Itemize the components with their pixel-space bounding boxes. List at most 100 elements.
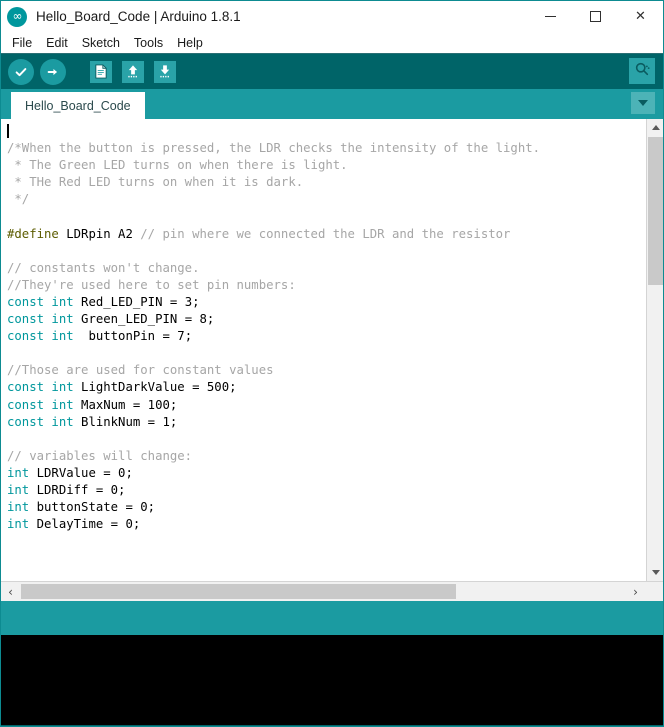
horizontal-scrollbar-thumb[interactable] [21,584,456,599]
vertical-scrollbar[interactable] [646,119,663,581]
code-text-plain: buttonPin = 7; [73,329,193,344]
code-comment: //They're used here to set pin numbers: [7,277,296,292]
vertical-scrollbar-thumb[interactable] [648,137,663,285]
window-title: Hello_Board_Code | Arduino 1.8.1 [36,9,241,24]
tab-label: Hello_Board_Code [25,98,131,113]
code-keyword: int [7,500,30,515]
code-line: const int Red_LED_PIN = 3; [7,294,646,311]
horizontal-scrollbar[interactable]: ‹ › [1,581,663,601]
code-text-plain: Red_LED_PIN = 3; [73,294,200,309]
scroll-left-button[interactable]: ‹ [1,582,20,601]
code-text-plain: buttonState = 0; [29,500,156,515]
close-button[interactable]: ✕ [618,1,663,32]
code-keyword: const int [7,312,74,327]
tab-hello-board-code[interactable]: Hello_Board_Code [11,92,145,119]
code-line: int LDRDiff = 0; [7,482,646,499]
code-keyword: const int [7,294,74,309]
code-text-plain: LDRDiff = 0; [29,482,126,497]
code-comment: */ [7,192,30,207]
code-line: #define LDRpin A2 // pin where we connec… [7,226,646,243]
code-comment: // variables will change: [7,448,193,463]
scroll-right-button[interactable]: › [626,582,645,601]
code-text-plain: LDRpin A2 [58,226,141,241]
code-line: //Those are used for constant values [7,362,646,379]
menu-item-tools[interactable]: Tools [127,34,170,52]
menu-item-help[interactable]: Help [170,34,210,52]
code-line: * THe Red LED turns on when it is dark. [7,174,646,191]
code-line: int DelayTime = 0; [7,516,646,533]
arrow-up-icon [122,60,144,83]
code-editor[interactable]: /*When the button is pressed, the LDR ch… [1,119,646,581]
close-icon: ✕ [635,9,646,24]
scrollbar-corner [645,582,663,601]
chevron-down-icon [638,100,648,106]
code-line: * The Green LED turns on when there is l… [7,157,646,174]
upload-button[interactable] [39,58,67,86]
text-caret [7,124,9,138]
arrow-down-icon [154,60,176,83]
window-controls: ✕ [528,1,663,32]
code-line: int LDRValue = 0; [7,465,646,482]
save-button[interactable] [151,58,179,86]
menu-bar: File Edit Sketch Tools Help [1,32,663,54]
code-line: // constants won't change. [7,260,646,277]
horizontal-scrollbar-track[interactable] [21,584,625,599]
new-button[interactable] [87,58,115,86]
chevron-left-icon: ‹ [8,584,13,599]
code-comment: * THe Red LED turns on when it is dark. [7,175,304,190]
maximize-icon [590,11,601,22]
code-comment: // pin where we connected the LDR and th… [140,226,511,241]
new-document-icon [90,60,112,83]
code-keyword: const int [7,329,74,344]
arduino-ide-window: ∞ Hello_Board_Code | Arduino 1.8.1 ✕ Fil… [0,0,664,727]
code-keyword: int [7,482,30,497]
code-line: // variables will change: [7,448,646,465]
code-line: const int buttonPin = 7; [7,328,646,345]
code-text-plain: BlinkNum = 1; [73,414,178,429]
logo-infinity-glyph: ∞ [12,9,23,23]
code-keyword: const int [7,397,74,412]
code-line: int buttonState = 0; [7,499,646,516]
minimize-icon [545,16,556,17]
chevron-right-icon: › [633,584,638,599]
menu-item-sketch[interactable]: Sketch [75,34,127,52]
menu-item-edit[interactable]: Edit [39,34,75,52]
code-line: const int Green_LED_PIN = 8; [7,311,646,328]
code-line: const int MaxNum = 100; [7,397,646,414]
chevron-down-icon [651,570,660,575]
maximize-button[interactable] [573,1,618,32]
verify-button[interactable] [7,58,35,86]
console-output[interactable] [1,635,663,725]
menu-item-file[interactable]: File [5,34,39,52]
scroll-up-button[interactable] [647,119,663,136]
tab-menu-button[interactable] [631,92,655,114]
code-comment: * The Green LED turns on when there is l… [7,158,348,173]
toolbar [1,54,663,89]
code-text-plain: LDRValue = 0; [29,465,133,480]
code-line: /*When the button is pressed, the LDR ch… [7,140,646,157]
status-message-strip [1,601,663,635]
check-icon [8,58,34,85]
chevron-up-icon [651,125,660,130]
scroll-down-button[interactable] [647,564,663,581]
code-preprocessor: #define [7,226,59,241]
editor-area: /*When the button is pressed, the LDR ch… [1,119,663,581]
code-text-plain: Green_LED_PIN = 8; [73,312,215,327]
code-text-plain: MaxNum = 100; [73,397,178,412]
code-keyword: int [7,517,30,532]
code-keyword: const int [7,380,74,395]
code-keyword: int [7,465,30,480]
code-text-plain: LightDarkValue = 500; [73,380,237,395]
arrow-right-icon [40,58,66,85]
code-text-plain: DelayTime = 0; [29,517,141,532]
code-comment: /*When the button is pressed, the LDR ch… [7,141,541,156]
code-line [7,123,646,140]
minimize-button[interactable] [528,1,573,32]
magnifier-icon [634,61,650,82]
serial-monitor-button[interactable] [629,58,655,84]
open-button[interactable] [119,58,147,86]
code-line: const int BlinkNum = 1; [7,414,646,431]
